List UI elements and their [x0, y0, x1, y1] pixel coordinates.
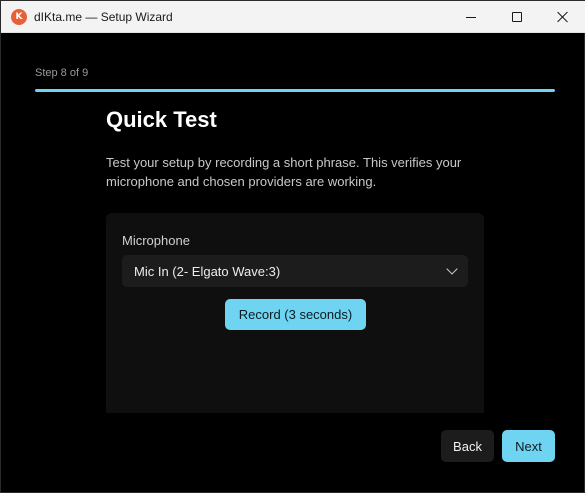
setup-wizard-window: K dIKta.me — Setup Wizard Step 8 of 9 Qu… — [0, 0, 585, 493]
page-title: Quick Test — [106, 107, 217, 132]
record-button[interactable]: Record (3 seconds) — [225, 299, 366, 330]
page-description: Test your setup by recording a short phr… — [106, 155, 462, 189]
test-card: Microphone Mic In (2- Elgato Wave:3) Rec… — [106, 213, 484, 413]
progress-bar — [35, 89, 555, 92]
step-indicator: Step 8 of 9 — [35, 67, 89, 79]
next-button[interactable]: Next — [502, 430, 555, 462]
close-icon — [557, 11, 569, 23]
close-button[interactable] — [540, 1, 585, 33]
maximize-button[interactable] — [494, 1, 540, 33]
minimize-icon — [466, 16, 476, 18]
microphone-label: Microphone — [122, 233, 190, 248]
minimize-button[interactable] — [448, 1, 494, 33]
progress-fill — [35, 89, 555, 92]
microphone-select[interactable]: Mic In (2- Elgato Wave:3) — [122, 255, 468, 287]
chevron-down-icon — [446, 263, 458, 275]
back-button[interactable]: Back — [441, 430, 494, 462]
window-title: dIKta.me — Setup Wizard — [34, 10, 173, 24]
maximize-icon — [512, 12, 522, 22]
title-bar: K dIKta.me — Setup Wizard — [1, 1, 585, 33]
microphone-select-value: Mic In (2- Elgato Wave:3) — [134, 264, 281, 279]
app-logo-icon: K — [11, 9, 27, 25]
